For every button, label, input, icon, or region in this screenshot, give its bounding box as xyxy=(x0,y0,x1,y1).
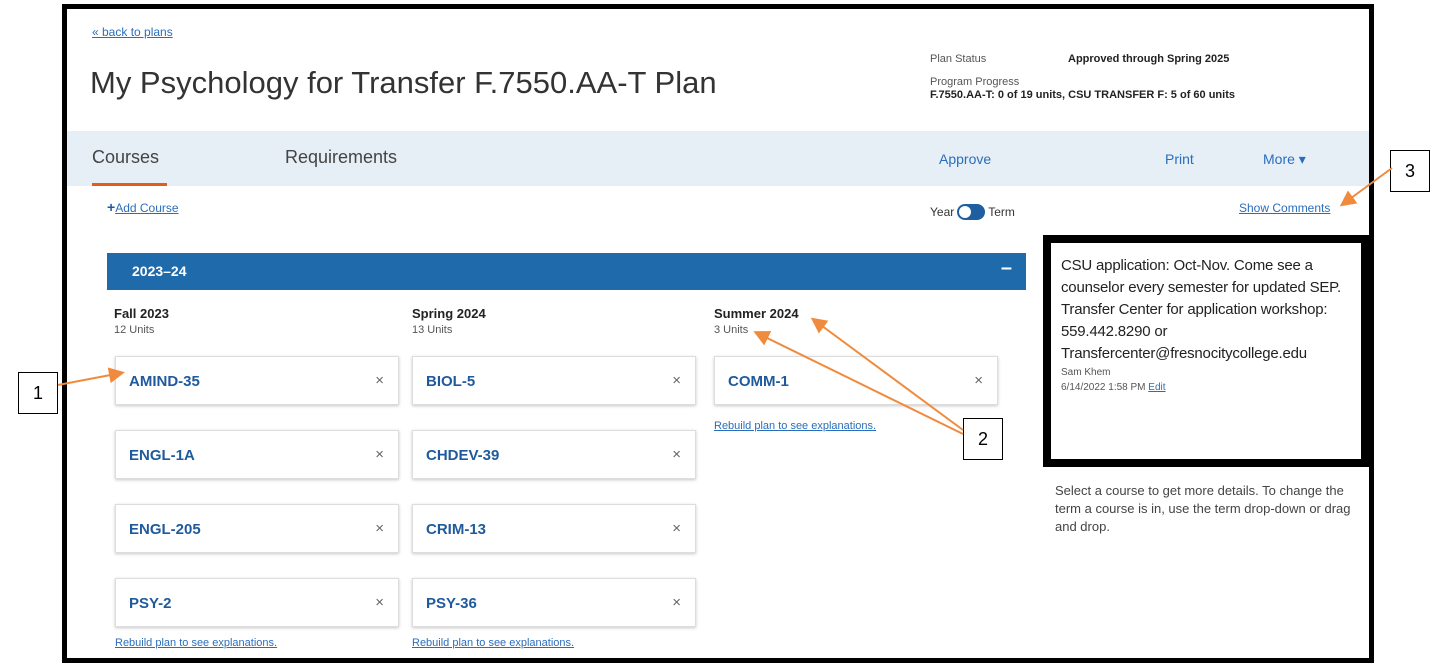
term-name: Fall 2023 xyxy=(114,306,169,321)
program-progress-value: F.7550.AA-T: 0 of 19 units, CSU TRANSFER… xyxy=(930,89,1235,101)
rebuild-plan-link[interactable]: Rebuild plan to see explanations. xyxy=(714,420,876,432)
course-card[interactable]: BIOL-5 × xyxy=(412,356,696,405)
term-name: Summer 2024 xyxy=(714,306,799,321)
approve-button[interactable]: Approve xyxy=(939,151,991,167)
remove-icon[interactable]: × xyxy=(672,520,681,537)
course-code[interactable]: ENGL-205 xyxy=(129,521,201,538)
comment-meta: 6/14/2022 1:58 PM Edit xyxy=(1061,382,1351,393)
remove-icon[interactable]: × xyxy=(375,372,384,389)
year-label-text: 2023–24 xyxy=(132,263,187,279)
remove-icon[interactable]: × xyxy=(375,594,384,611)
term-label: Term xyxy=(988,205,1015,219)
app-frame: « back to plans My Psychology for Transf… xyxy=(62,4,1374,663)
term-spring-2024: Spring 2024 13 Units xyxy=(412,306,486,336)
plan-status-value: Approved through Spring 2025 xyxy=(1068,53,1230,65)
tab-requirements[interactable]: Requirements xyxy=(285,147,397,168)
remove-icon[interactable]: × xyxy=(672,372,681,389)
course-card[interactable]: CRIM-13 × xyxy=(412,504,696,553)
edit-comment-link[interactable]: Edit xyxy=(1148,382,1165,393)
show-comments-link[interactable]: Show Comments xyxy=(1239,201,1330,215)
year-term-toggle[interactable]: Year Term xyxy=(930,204,1015,220)
toggle-knob xyxy=(959,206,972,218)
tab-bar: Courses Requirements Approve Print More … xyxy=(67,131,1369,186)
print-button[interactable]: Print xyxy=(1165,151,1194,167)
add-course-link[interactable]: +Add Course xyxy=(107,199,179,215)
course-code[interactable]: ENGL-1A xyxy=(129,447,195,464)
course-code[interactable]: COMM-1 xyxy=(728,373,789,390)
rebuild-plan-link[interactable]: Rebuild plan to see explanations. xyxy=(115,637,277,649)
page-title: My Psychology for Transfer F.7550.AA-T P… xyxy=(90,65,717,100)
comment-text: CSU application: Oct-Nov. Come see a cou… xyxy=(1061,257,1342,362)
term-units: 12 Units xyxy=(114,324,155,336)
callout-2: 2 xyxy=(963,418,1003,460)
remove-icon[interactable]: × xyxy=(375,446,384,463)
remove-icon[interactable]: × xyxy=(375,520,384,537)
term-summer-2024: Summer 2024 3 Units xyxy=(714,306,799,336)
help-text: Select a course to get more details. To … xyxy=(1055,483,1351,534)
course-card[interactable]: PSY-36 × xyxy=(412,578,696,627)
remove-icon[interactable]: × xyxy=(672,594,681,611)
term-name: Spring 2024 xyxy=(412,306,486,321)
tab-courses[interactable]: Courses xyxy=(92,147,159,168)
year-label: Year xyxy=(930,205,955,219)
term-fall-2023: Fall 2023 12 Units xyxy=(114,306,169,336)
comment-panel: CSU application: Oct-Nov. Come see a cou… xyxy=(1043,235,1369,467)
term-units: 13 Units xyxy=(412,324,453,336)
course-code[interactable]: CRIM-13 xyxy=(426,521,486,538)
comment-author: Sam Khem xyxy=(1061,367,1111,378)
course-code[interactable]: AMIND-35 xyxy=(129,373,200,390)
program-progress-label: Program Progress xyxy=(930,76,1020,88)
plan-status-block: Plan Status Approved through Spring 2025… xyxy=(930,53,1330,101)
course-card[interactable]: COMM-1 × xyxy=(714,356,998,405)
course-card[interactable]: PSY-2 × xyxy=(115,578,399,627)
course-card[interactable]: CHDEV-39 × xyxy=(412,430,696,479)
remove-icon[interactable]: × xyxy=(672,446,681,463)
course-code[interactable]: PSY-2 xyxy=(129,595,172,612)
callout-3: 3 xyxy=(1390,150,1430,192)
toggle-switch[interactable] xyxy=(957,204,986,220)
course-code[interactable]: BIOL-5 xyxy=(426,373,475,390)
term-units: 3 Units xyxy=(714,324,749,336)
collapse-icon[interactable]: – xyxy=(1001,257,1012,280)
plus-icon: + xyxy=(107,199,116,215)
year-header[interactable]: 2023–24 – xyxy=(107,253,1026,290)
course-card[interactable]: ENGL-1A × xyxy=(115,430,399,479)
course-card[interactable]: ENGL-205 × xyxy=(115,504,399,553)
course-code[interactable]: CHDEV-39 xyxy=(426,447,499,464)
comment-date: 6/14/2022 1:58 PM xyxy=(1061,382,1146,393)
add-course-label: Add Course xyxy=(115,201,179,215)
remove-icon[interactable]: × xyxy=(974,372,983,389)
course-card[interactable]: AMIND-35 × xyxy=(115,356,399,405)
plan-status-label: Plan Status xyxy=(930,53,987,65)
course-code[interactable]: PSY-36 xyxy=(426,595,477,612)
more-menu-button[interactable]: More ▾ xyxy=(1263,151,1306,168)
callout-1: 1 xyxy=(18,372,58,414)
rebuild-plan-link[interactable]: Rebuild plan to see explanations. xyxy=(412,637,574,649)
back-to-plans-link[interactable]: « back to plans xyxy=(92,25,173,39)
active-tab-indicator xyxy=(92,183,167,186)
